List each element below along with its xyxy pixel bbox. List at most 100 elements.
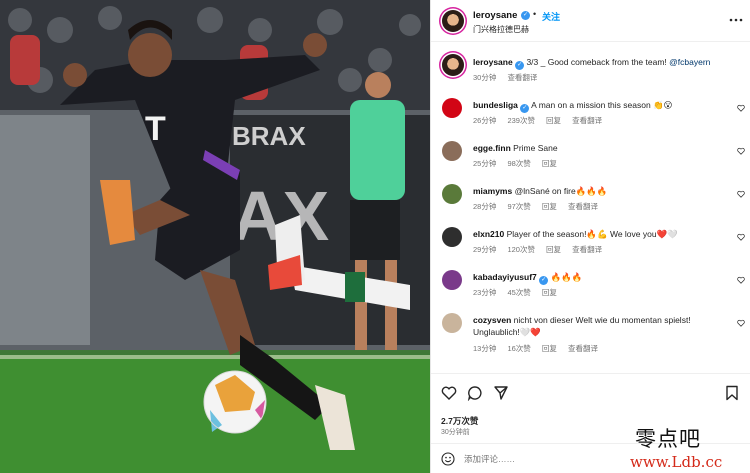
comment-body: A man on a mission this season 👏😮 (531, 100, 673, 110)
post-photo: BRAX AX T (0, 0, 430, 473)
comment-body: @lnSané on fire🔥🔥🔥 (514, 186, 608, 196)
comment-likes[interactable]: 97次赞 (507, 202, 530, 211)
caption-body: 3/3 _ Good comeback from the team! (526, 57, 670, 67)
svg-text:BRAX: BRAX (232, 121, 306, 151)
comment-avatar[interactable] (442, 98, 462, 118)
caption-item: leroysane ✓ 3/3 _ Good comeback from the… (431, 52, 750, 92)
location-label[interactable]: 门兴格拉德巴赫 (473, 24, 529, 35)
comment-username[interactable]: kabadayiyusuf7 (473, 272, 537, 282)
post-sidebar: leroysane ✓ • 关注 门兴格拉德巴赫 leroysane ✓ 3/3… (430, 0, 750, 473)
caption-username[interactable]: leroysane (473, 57, 513, 67)
reply-button[interactable]: 回复 (546, 116, 561, 125)
watermark-title: 零点吧 (635, 427, 701, 451)
comment-time: 23分钟 (473, 288, 497, 297)
comment-time: 13分钟 (473, 344, 497, 353)
separator-dot: • (533, 9, 537, 19)
watermark-url: www.Ldb.cc (630, 453, 723, 471)
comment-meta: 28分钟 97次赞 回复 查看翻译 (473, 201, 607, 212)
caption-translate-link[interactable]: 查看翻译 (507, 73, 537, 82)
like-comment-heart-icon[interactable] (737, 319, 745, 327)
comment-text: bundesliga ✓ A man on a mission this sea… (473, 99, 725, 113)
follow-button[interactable]: 关注 (542, 10, 560, 23)
comment-input[interactable] (464, 451, 614, 467)
comment-username[interactable]: egge.finn (473, 143, 511, 153)
comment-text: miamyms @lnSané on fire🔥🔥🔥 (473, 185, 725, 197)
comment-meta: 23分钟 45次赞 回复 (473, 287, 566, 298)
caption-text: leroysane ✓ 3/3 _ Good comeback from the… (473, 56, 725, 70)
comment-item: kabadayiyusuf7 ✓ 🔥🔥🔥 23分钟 45次赞 回复 (431, 267, 750, 307)
comment-meta: 13分钟 16次赞 回复 查看翻译 (473, 343, 607, 354)
verified-badge-icon: ✓ (520, 104, 530, 113)
reply-button[interactable]: 回复 (546, 245, 561, 254)
comment-username[interactable]: elxn210 (473, 229, 504, 239)
caption-time: 30分钟 (473, 73, 497, 82)
comment-time: 25分钟 (473, 159, 497, 168)
translate-link[interactable]: 查看翻译 (572, 116, 602, 125)
post-header: leroysane ✓ • 关注 门兴格拉德巴赫 (431, 0, 750, 42)
comment-item: miamyms @lnSané on fire🔥🔥🔥 28分钟 97次赞 回复 … (431, 181, 750, 221)
bookmark-icon[interactable] (725, 385, 739, 401)
comment-username[interactable]: bundesliga (473, 100, 518, 110)
like-count[interactable]: 2.7万次赞 (441, 415, 478, 427)
comment-body: Prime Sane (513, 143, 558, 153)
comment-text: egge.finn Prime Sane (473, 142, 725, 154)
like-comment-heart-icon[interactable] (737, 276, 745, 284)
action-bar (441, 385, 741, 403)
comment-likes[interactable]: 45次赞 (507, 288, 530, 297)
translate-link[interactable]: 查看翻译 (568, 344, 598, 353)
comment-username[interactable]: miamyms (473, 186, 512, 196)
like-comment-heart-icon[interactable] (737, 147, 745, 155)
verified-badge-icon: ✓ (539, 276, 549, 285)
comment-body: 🔥🔥🔥 (550, 272, 583, 282)
svg-text:T: T (145, 110, 166, 148)
comment-username[interactable]: cozysven (473, 315, 511, 325)
heart-icon[interactable] (441, 385, 457, 401)
comment-avatar[interactable] (442, 313, 462, 333)
reply-button[interactable]: 回复 (542, 159, 557, 168)
comment-likes[interactable]: 239次赞 (507, 116, 535, 125)
comment-item: egge.finn Prime Sane 25分钟 98次赞 回复 (431, 138, 750, 178)
comment-body: Player of the season!🔥💪 We love you❤️🤍 (506, 229, 678, 239)
comment-likes[interactable]: 98次赞 (507, 159, 530, 168)
post-time: 30分钟前 (441, 429, 470, 436)
comment-item: elxn210 Player of the season!🔥💪 We love … (431, 224, 750, 264)
comment-icon[interactable] (467, 385, 483, 401)
like-comment-heart-icon[interactable] (737, 104, 745, 112)
more-options-icon[interactable] (729, 13, 743, 27)
comment-time: 26分钟 (473, 116, 497, 125)
comment-time: 28分钟 (473, 202, 497, 211)
comment-item: bundesliga ✓ A man on a mission this sea… (431, 95, 750, 135)
reply-button[interactable]: 回复 (542, 344, 557, 353)
comment-likes[interactable]: 16次赞 (507, 344, 530, 353)
comment-list: leroysane ✓ 3/3 _ Good comeback from the… (431, 42, 750, 373)
share-icon[interactable] (493, 385, 509, 401)
comment-likes[interactable]: 120次赞 (507, 245, 535, 254)
caption-meta: 30分钟 查看翻译 (473, 72, 546, 83)
reply-button[interactable]: 回复 (542, 288, 557, 297)
translate-link[interactable]: 查看翻译 (572, 245, 602, 254)
author-avatar[interactable] (442, 10, 464, 32)
translate-link[interactable]: 查看翻译 (568, 202, 598, 211)
comment-meta: 26分钟 239次赞 回复 查看翻译 (473, 115, 611, 126)
football-player-photo: BRAX AX T (0, 0, 430, 473)
comment-time: 29分钟 (473, 245, 497, 254)
comment-meta: 25分钟 98次赞 回复 (473, 158, 566, 169)
comment-text: elxn210 Player of the season!🔥💪 We love … (473, 228, 725, 240)
like-comment-heart-icon[interactable] (737, 233, 745, 241)
caption-mention-link[interactable]: @fcbayern (669, 57, 710, 67)
author-username[interactable]: leroysane (473, 10, 517, 21)
comment-item: cozysven nicht von dieser Welt wie du mo… (431, 310, 750, 362)
comment-avatar[interactable] (442, 141, 462, 161)
comment-text: kabadayiyusuf7 ✓ 🔥🔥🔥 (473, 271, 725, 285)
reply-button[interactable]: 回复 (542, 202, 557, 211)
comment-avatar[interactable] (442, 184, 462, 204)
comment-avatar[interactable] (442, 270, 462, 290)
comment-meta: 29分钟 120次赞 回复 查看翻译 (473, 244, 611, 255)
like-comment-heart-icon[interactable] (737, 190, 745, 198)
comment-avatar[interactable] (442, 227, 462, 247)
comment-text: cozysven nicht von dieser Welt wie du mo… (473, 314, 725, 338)
verified-badge-icon: ✓ (515, 61, 525, 70)
emoji-icon[interactable] (441, 452, 455, 466)
caption-avatar[interactable] (442, 54, 464, 76)
verified-badge-icon: ✓ (521, 11, 530, 20)
